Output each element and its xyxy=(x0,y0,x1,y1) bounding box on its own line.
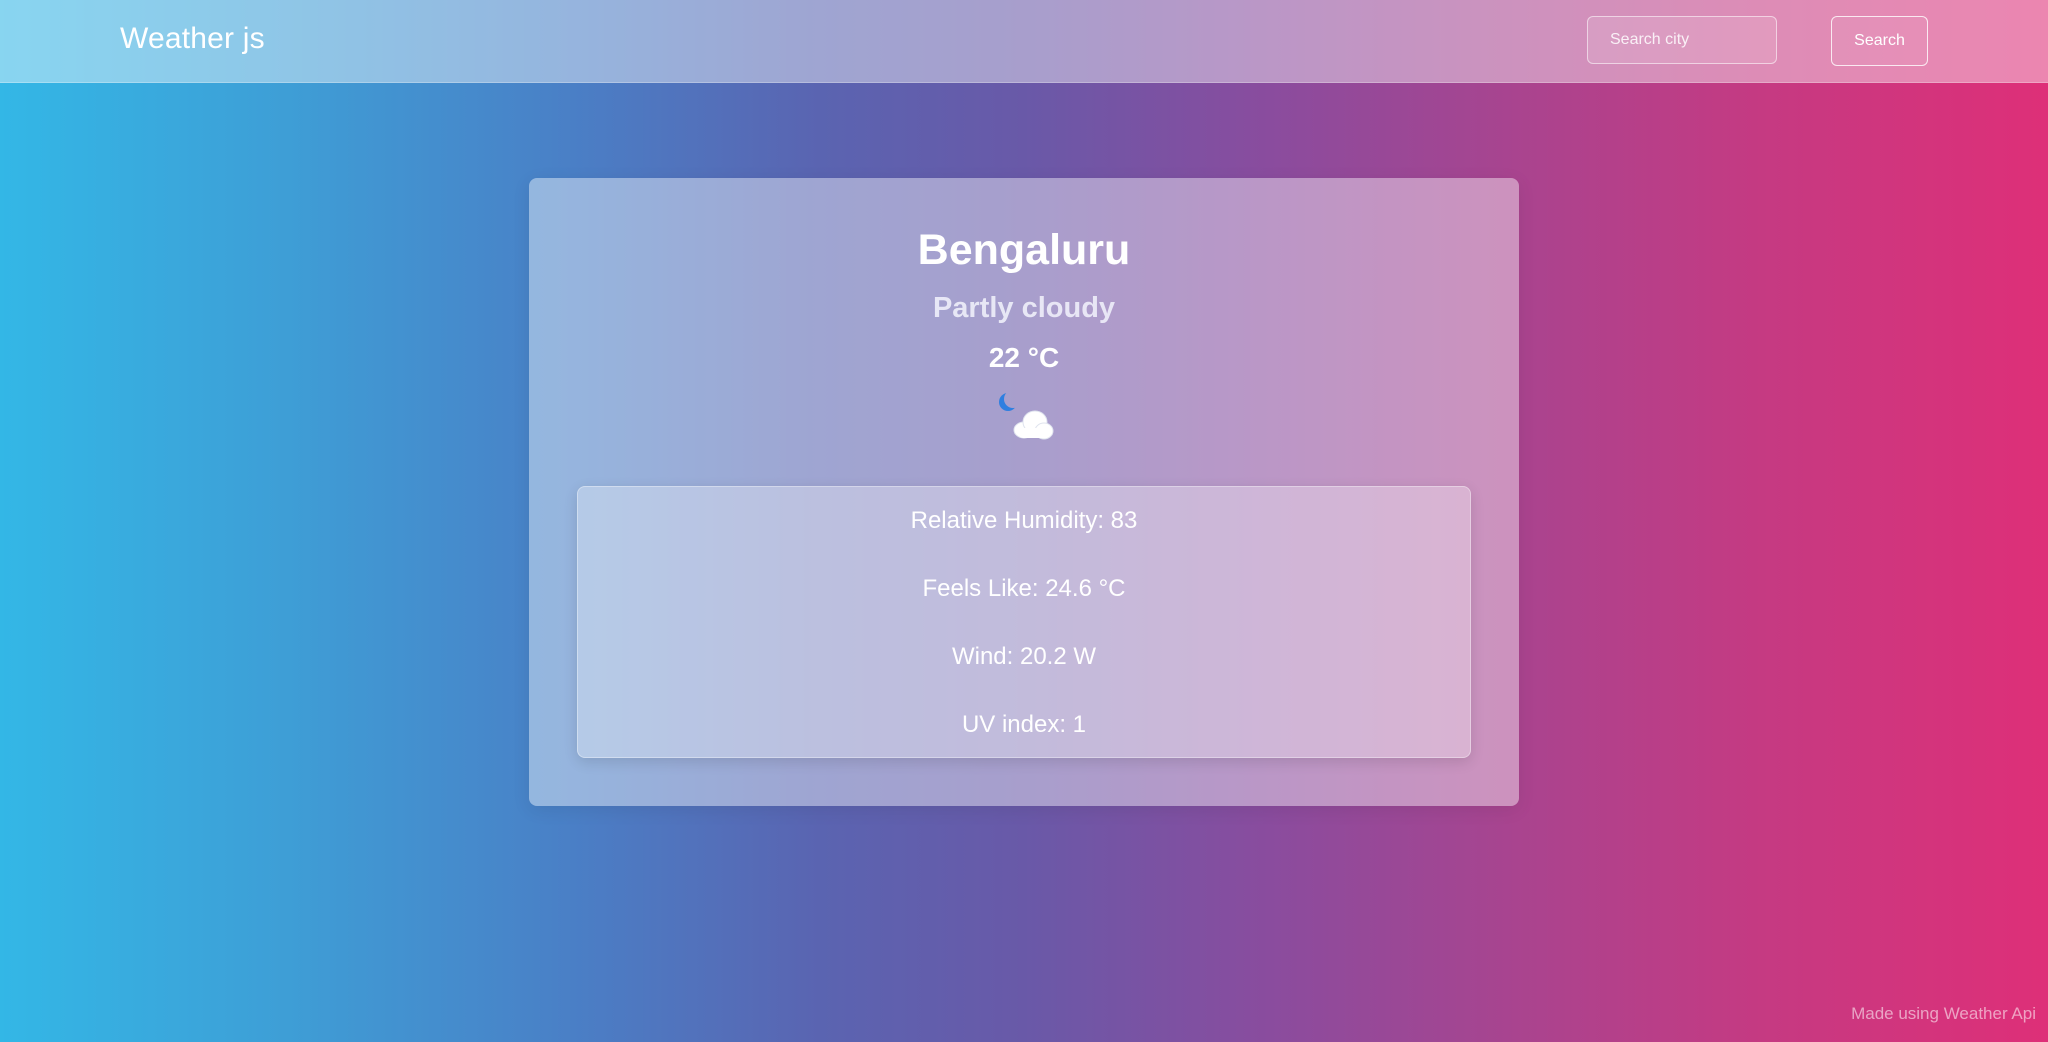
top-navbar: Weather js Search xyxy=(0,0,2048,83)
humidity-value: Relative Humidity: 83 xyxy=(910,507,1138,534)
search-button[interactable]: Search xyxy=(1831,16,1928,66)
search-city-input[interactable] xyxy=(1587,16,1777,64)
footer-credit: Made using Weather Api xyxy=(1851,1004,2036,1023)
partly-cloudy-night-icon xyxy=(994,390,1058,454)
weather-card: Bengaluru Partly cloudy 22 °C Relative H… xyxy=(529,178,1519,806)
wind-value: Wind: 20.2 W xyxy=(951,643,1097,670)
weather-details-panel: Relative Humidity: 83 Feels Like: 24.6 °… xyxy=(577,486,1471,758)
uv-index-value: UV index: 1 xyxy=(961,711,1087,738)
app-brand[interactable]: Weather js xyxy=(120,22,265,56)
feels-like-value: Feels Like: 24.6 °C xyxy=(922,575,1126,602)
city-name: Bengaluru xyxy=(917,226,1131,274)
weather-condition: Partly cloudy xyxy=(932,292,1116,324)
temperature: 22 °C xyxy=(988,342,1060,373)
